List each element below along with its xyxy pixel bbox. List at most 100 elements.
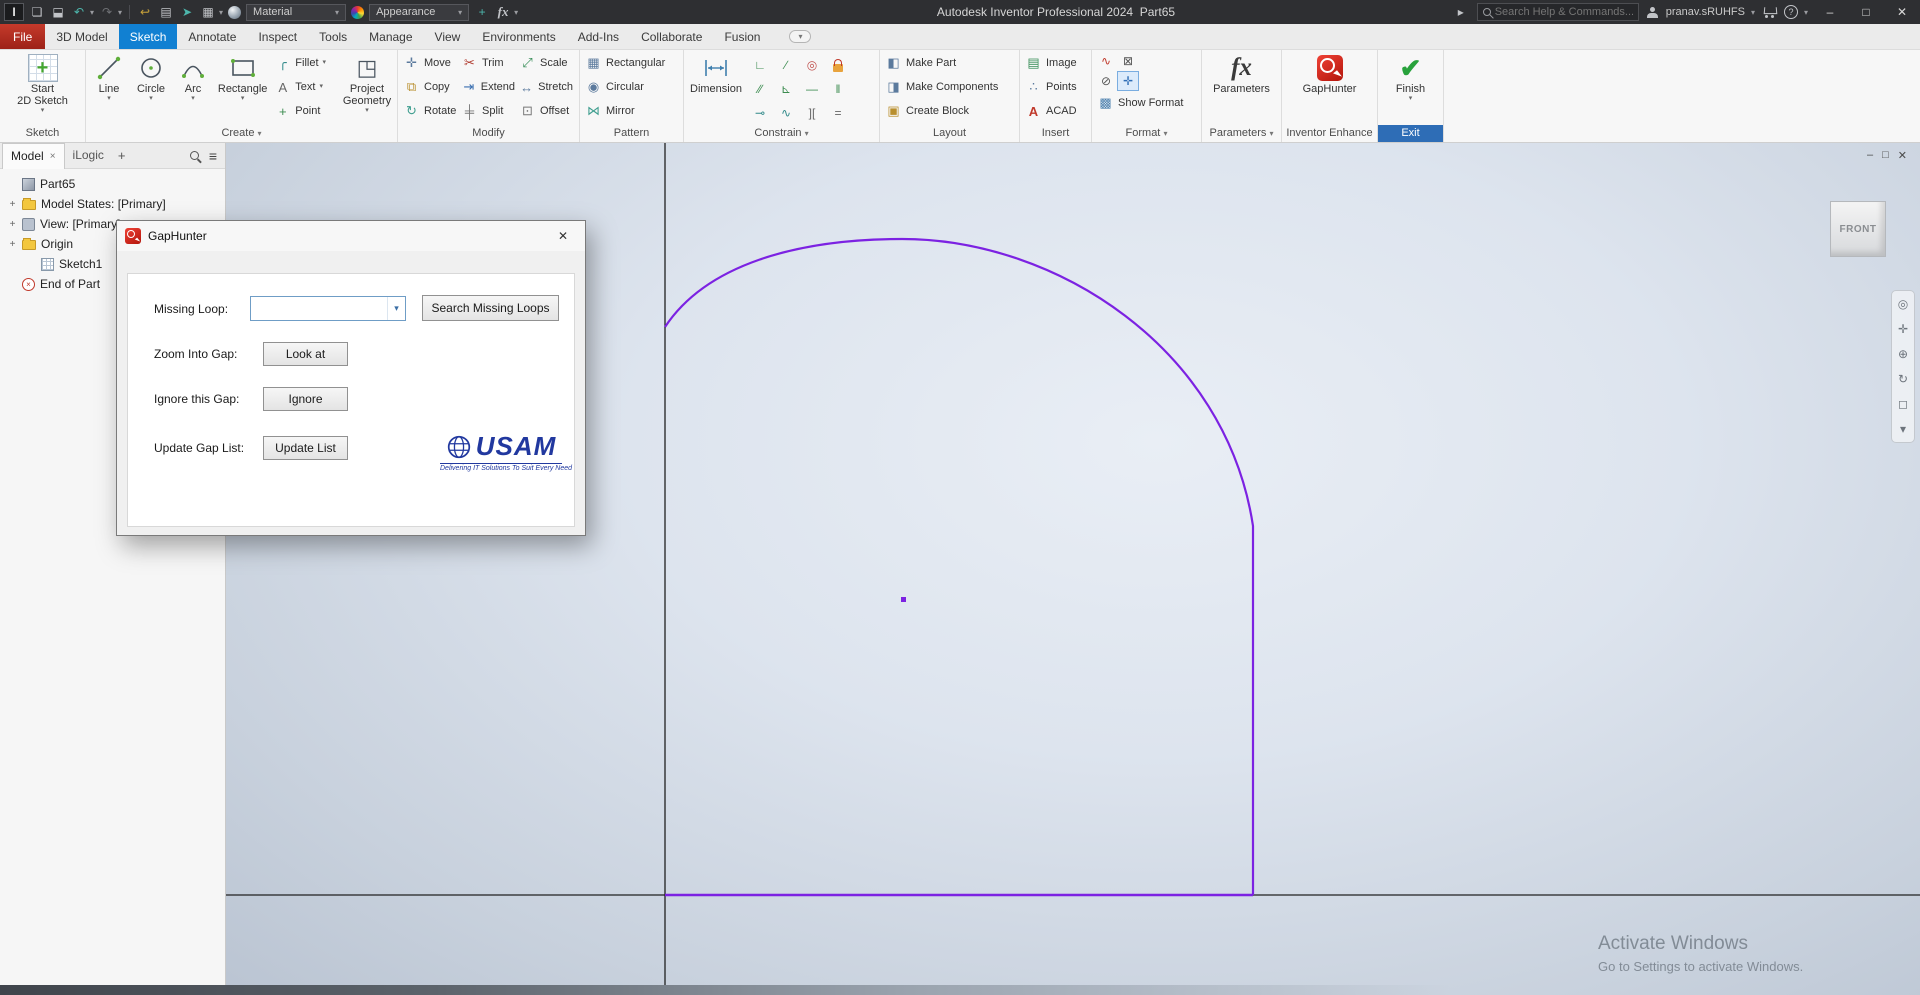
tab-view[interactable]: View: [424, 24, 472, 49]
tangent-constraint-button[interactable]: ⊸: [747, 101, 773, 125]
inventor-app-icon[interactable]: I: [4, 3, 24, 21]
search-missing-loops-button[interactable]: Search Missing Loops: [422, 295, 559, 321]
nav-more-icon[interactable]: ▾: [1900, 422, 1906, 436]
viewcube[interactable]: FRONT: [1830, 201, 1886, 257]
finish-sketch-button[interactable]: ✔ Finish ▾: [1391, 51, 1431, 103]
fix-constraint-button[interactable]: [825, 53, 851, 77]
expand-icon[interactable]: +: [8, 219, 17, 230]
tab-manage[interactable]: Manage: [358, 24, 423, 49]
user-avatar-icon[interactable]: [1647, 7, 1658, 18]
rectangular-pattern-button[interactable]: ▦Rectangular: [583, 51, 667, 75]
doc-restore-button[interactable]: □: [1882, 149, 1889, 162]
expand-icon[interactable]: +: [8, 239, 17, 250]
orbit-icon[interactable]: ↻: [1898, 372, 1908, 386]
create-block-button[interactable]: ▣Create Block: [883, 99, 1000, 123]
smooth-constraint-button[interactable]: ∿: [773, 101, 799, 125]
vertical-constraint-button[interactable]: ‖: [825, 77, 851, 101]
text-button[interactable]: A Text ▾: [272, 75, 338, 99]
search-input[interactable]: [1495, 6, 1633, 18]
collinear-constraint-button[interactable]: ∕: [773, 53, 799, 77]
coincident-constraint-button[interactable]: ∟: [747, 53, 773, 77]
look-at-icon[interactable]: ◻: [1898, 397, 1908, 411]
iproperties-icon[interactable]: ▦: [200, 3, 216, 21]
point-button[interactable]: + Point: [272, 99, 338, 123]
redo-icon[interactable]: ↷: [99, 3, 115, 21]
panel-expand-icon[interactable]: ▸: [1453, 3, 1469, 21]
iproperties-caret-icon[interactable]: ▾: [219, 8, 223, 17]
quick-access-caret-icon[interactable]: ▾: [514, 8, 518, 17]
maximize-button[interactable]: □: [1852, 5, 1880, 19]
tab-annotate[interactable]: Annotate: [177, 24, 247, 49]
rotate-button[interactable]: ↻Rotate: [401, 99, 459, 123]
appearance-wheel-icon[interactable]: [351, 6, 364, 19]
save-icon[interactable]: ⬓: [50, 3, 66, 21]
browser-tab-model[interactable]: Model ×: [2, 143, 65, 169]
circle-tool-button[interactable]: Circle ▾: [131, 51, 171, 103]
tab-add-ins[interactable]: Add-Ins: [567, 24, 630, 49]
line-tool-button[interactable]: Line ▾: [89, 51, 129, 103]
doc-close-button[interactable]: ✕: [1898, 149, 1907, 162]
centerline-style-button[interactable]: ✛: [1117, 71, 1139, 91]
insert-acad-button[interactable]: AACAD: [1023, 99, 1079, 123]
construction-style-button[interactable]: ⊘: [1095, 71, 1117, 91]
adjust-icon[interactable]: +: [474, 3, 490, 21]
insert-points-button[interactable]: ∴Points: [1023, 75, 1079, 99]
missing-loop-combobox[interactable]: ▾: [250, 296, 406, 321]
undo-icon[interactable]: ↶: [71, 3, 87, 21]
spline-style-button[interactable]: ∿: [1095, 51, 1117, 71]
dialog-titlebar[interactable]: GapHunter ✕: [117, 221, 585, 251]
show-format-button[interactable]: ▩Show Format: [1095, 91, 1185, 115]
arc-tool-button[interactable]: Arc ▾: [173, 51, 213, 103]
tab-environments[interactable]: Environments: [471, 24, 566, 49]
expand-icon[interactable]: +: [8, 199, 17, 210]
tree-item-part[interactable]: Part65: [0, 174, 225, 194]
tab-inspect[interactable]: Inspect: [247, 24, 308, 49]
move-button[interactable]: ✛Move: [401, 51, 459, 75]
dimension-button[interactable]: Dimension: [687, 51, 745, 95]
trim-button[interactable]: ✂Trim: [459, 51, 517, 75]
update-list-button[interactable]: Update List: [263, 436, 348, 460]
navigation-wheel-icon[interactable]: ◎: [1898, 297, 1908, 311]
parallel-constraint-button[interactable]: ∕∕: [747, 77, 773, 101]
tab-tools[interactable]: Tools: [308, 24, 358, 49]
make-components-button[interactable]: ◨Make Components: [883, 75, 1000, 99]
ignore-button[interactable]: Ignore: [263, 387, 348, 411]
browser-tab-add-button[interactable]: +: [112, 148, 132, 163]
browser-tab-ilogic[interactable]: iLogic: [65, 143, 112, 168]
browser-tab-close-icon[interactable]: ×: [50, 144, 56, 169]
concentric-constraint-button[interactable]: ◎: [799, 53, 825, 77]
perpendicular-constraint-button[interactable]: ⊾: [773, 77, 799, 101]
horizontal-constraint-button[interactable]: ―: [799, 77, 825, 101]
browser-menu-icon[interactable]: ≡: [209, 148, 217, 164]
help-icon[interactable]: ?: [1784, 5, 1798, 19]
look-at-button[interactable]: Look at: [263, 342, 348, 366]
extend-button[interactable]: ⇥Extend: [459, 75, 517, 99]
mirror-button[interactable]: ⋈Mirror: [583, 99, 667, 123]
tab-file[interactable]: File: [0, 24, 45, 49]
project-geometry-button[interactable]: ◳ Project Geometry ▾: [340, 51, 394, 115]
split-button[interactable]: ╪Split: [459, 99, 517, 123]
return-icon[interactable]: ↩: [137, 3, 153, 21]
help-caret-icon[interactable]: ▾: [1804, 8, 1808, 17]
circular-pattern-button[interactable]: ◉Circular: [583, 75, 667, 99]
user-name[interactable]: pranav.sRUHFS: [1666, 6, 1745, 18]
store-cart-icon[interactable]: [1763, 7, 1776, 17]
start-2d-sketch-button[interactable]: + Start 2D Sketch ▾: [14, 51, 71, 115]
pan-icon[interactable]: ✛: [1898, 322, 1908, 336]
zoom-icon[interactable]: ⊕: [1898, 347, 1908, 361]
make-part-button[interactable]: ◧Make Part: [883, 51, 1000, 75]
close-button[interactable]: ✕: [1888, 5, 1916, 19]
copy-button[interactable]: ⧉Copy: [401, 75, 459, 99]
redo-caret-icon[interactable]: ▾: [118, 8, 122, 17]
tab-3d-model[interactable]: 3D Model: [45, 24, 118, 49]
symmetric-constraint-button[interactable]: ][: [799, 101, 825, 125]
minimize-button[interactable]: –: [1816, 5, 1844, 19]
tab-sketch[interactable]: Sketch: [119, 24, 178, 49]
dialog-close-button[interactable]: ✕: [549, 229, 577, 243]
stretch-button[interactable]: ↔Stretch: [517, 75, 575, 99]
equal-constraint-button[interactable]: =: [825, 101, 851, 125]
appearance-combobox[interactable]: Appearance ▾: [369, 4, 469, 21]
material-combobox[interactable]: Material ▾: [246, 4, 346, 21]
undo-caret-icon[interactable]: ▾: [90, 8, 94, 17]
gaphunter-button[interactable]: GapHunter: [1300, 51, 1360, 95]
